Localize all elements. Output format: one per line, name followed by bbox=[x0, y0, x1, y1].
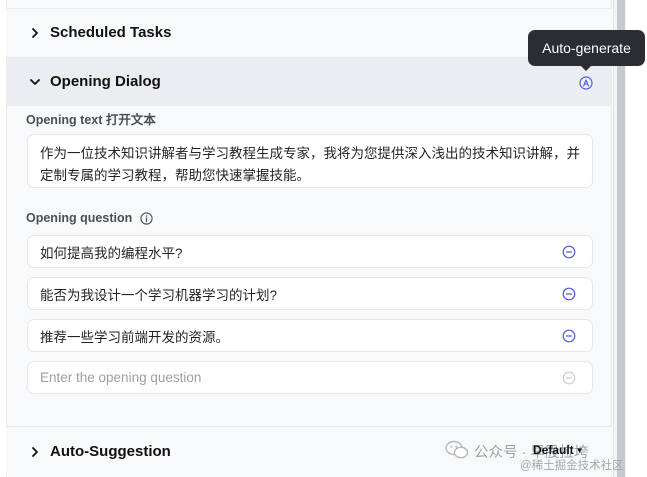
wechat-icon bbox=[445, 440, 469, 460]
chevron-right-icon bbox=[28, 445, 42, 459]
opening-question-label: Opening question bbox=[26, 210, 153, 226]
auto-generate-tooltip: Auto-generate bbox=[528, 30, 645, 66]
auto-generate-icon[interactable] bbox=[579, 76, 593, 90]
auto-suggestion-select[interactable]: Default ▼ bbox=[533, 443, 584, 457]
opening-question-label-text: Opening question bbox=[26, 211, 133, 225]
question-text: 推荐一些学习前端开发的资源。 bbox=[40, 329, 229, 345]
question-text: 能否为我设计一个学习机器学习的计划? bbox=[40, 287, 278, 303]
new-question-row bbox=[27, 361, 593, 394]
section-title: Opening Dialog bbox=[50, 73, 161, 90]
opening-question-item[interactable]: 推荐一些学习前端开发的资源。 bbox=[27, 319, 593, 352]
opening-question-input[interactable] bbox=[40, 370, 540, 385]
tooltip-arrow bbox=[580, 65, 592, 71]
info-icon[interactable] bbox=[140, 211, 153, 225]
opening-text-field[interactable]: 作为一位技术知识讲解者与学习教程生成专家，我将为您提供深入浅出的技术知识讲解，并… bbox=[27, 134, 593, 188]
section-opening-dialog[interactable]: Opening Dialog bbox=[6, 57, 612, 106]
section-title: Auto-Suggestion bbox=[50, 443, 171, 460]
section-scheduled-tasks[interactable]: Scheduled Tasks bbox=[6, 8, 612, 56]
remove-circle-icon[interactable] bbox=[562, 287, 576, 301]
caret-down-icon: ▼ bbox=[575, 445, 584, 455]
opening-question-item[interactable]: 能否为我设计一个学习机器学习的计划? bbox=[27, 277, 593, 310]
remove-circle-icon bbox=[562, 371, 576, 385]
remove-circle-icon[interactable] bbox=[562, 329, 576, 343]
scrollbar[interactable] bbox=[617, 0, 625, 477]
opening-question-item[interactable]: 如何提高我的编程水平? bbox=[27, 235, 593, 268]
chevron-right-icon bbox=[28, 26, 42, 40]
watermark-subtext: @稀土掘金技术社区 bbox=[520, 460, 624, 472]
opening-text-label-text: Opening text 打开文本 bbox=[26, 112, 156, 127]
section-title: Scheduled Tasks bbox=[50, 24, 172, 41]
question-text: 如何提高我的编程水平? bbox=[40, 245, 183, 261]
remove-circle-icon[interactable] bbox=[562, 245, 576, 259]
chevron-down-icon bbox=[28, 75, 42, 89]
opening-text-label: Opening text 打开文本 bbox=[26, 110, 156, 127]
select-value: Default bbox=[533, 443, 574, 457]
